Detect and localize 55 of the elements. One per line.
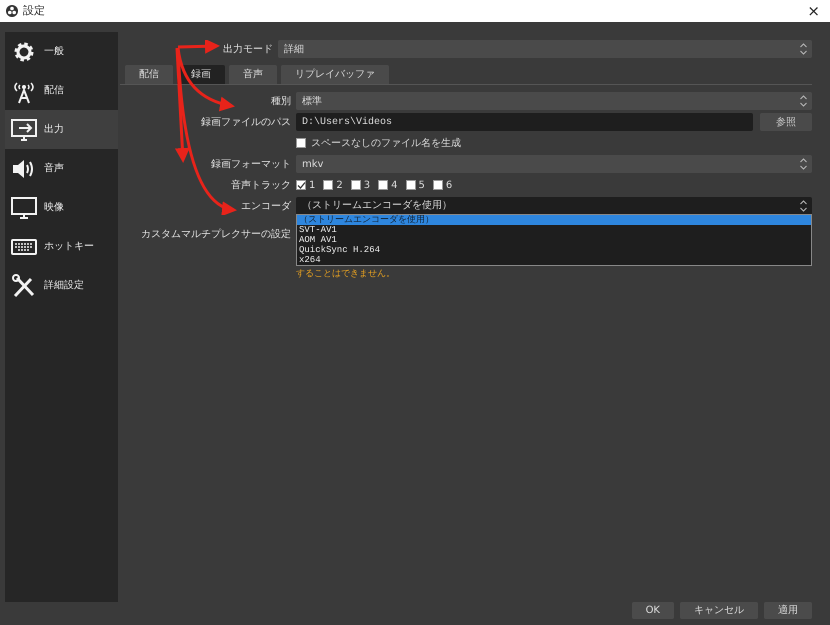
spinner-icon	[797, 198, 810, 214]
sidebar-item[interactable]: ホットキー	[5, 227, 118, 266]
checkbox[interactable]	[296, 138, 306, 148]
field-label: カスタムマルチプレクサーの設定	[141, 228, 292, 242]
tab[interactable]: リプレイバッファ	[281, 65, 389, 84]
sidebar-item[interactable]: 映像	[5, 188, 118, 227]
dialog-button[interactable]: 適用	[764, 602, 812, 619]
field-label: 録画フォーマット	[211, 158, 292, 172]
tab[interactable]: 配信	[125, 65, 173, 84]
track-label: 2	[336, 178, 343, 192]
checkbox[interactable]	[323, 180, 334, 190]
checkbox[interactable]	[378, 180, 388, 190]
track-label: 3	[364, 178, 370, 192]
field-label: 種別	[271, 94, 292, 108]
track-label: 1	[309, 178, 316, 192]
field-label: 録画ファイルのパス	[201, 116, 292, 130]
dropdown-field[interactable]: 詳細	[278, 40, 812, 58]
dropdown-field[interactable]: （ストリームエンコーダを使用）	[296, 197, 812, 215]
monitor-icon	[10, 194, 38, 220]
track-label: 6	[446, 178, 452, 192]
spinner-icon	[797, 41, 810, 57]
sidebar-item[interactable]: 音声	[5, 149, 118, 188]
field-label: 出力モード	[223, 42, 274, 56]
sidebar-item[interactable]: 一般	[5, 32, 118, 71]
monitor-arrow-icon	[10, 116, 38, 142]
checkbox[interactable]	[406, 180, 416, 190]
track-label: 5	[418, 178, 425, 192]
dropdown-option[interactable]: x264	[297, 255, 811, 265]
checkbox-label: スペースなしのファイル名を生成	[311, 136, 461, 150]
field-label: エンコーダ	[241, 200, 292, 214]
checkbox[interactable]	[296, 180, 306, 190]
close-button[interactable]: ×	[803, 4, 824, 18]
browse-button[interactable]: 参照	[760, 113, 812, 131]
window-title: 設定	[23, 2, 46, 19]
dialog-button[interactable]: OK	[632, 602, 674, 619]
sidebar-item[interactable]: 出力	[5, 110, 118, 149]
track-label: 4	[391, 178, 398, 192]
warning-text: することはできません。	[295, 268, 396, 281]
field-label: 音声トラック	[231, 178, 292, 192]
spinner-icon	[797, 156, 810, 172]
app-logo-icon	[6, 5, 18, 17]
sidebar-item[interactable]: 詳細設定	[5, 266, 118, 305]
checkbox[interactable]	[350, 180, 361, 190]
tab[interactable]: 音声	[229, 65, 277, 84]
dropdown-option[interactable]: （ストリームエンコーダを使用）	[297, 215, 811, 225]
dropdown-option[interactable]: AOM AV1	[297, 235, 811, 245]
checkbox[interactable]	[432, 180, 443, 190]
spinner-icon	[797, 93, 810, 109]
dropdown-option[interactable]: SVT-AV1	[297, 225, 811, 235]
dropdown-field[interactable]: mkv	[296, 155, 812, 173]
dropdown-option[interactable]: QuickSync H.264	[297, 245, 811, 255]
dropdown-field[interactable]: 標準	[296, 92, 812, 110]
sidebar-item[interactable]: 配信	[5, 71, 118, 110]
path-field[interactable]: D:\Users\Videos	[296, 113, 753, 131]
dialog-button[interactable]: キャンセル	[680, 602, 758, 619]
